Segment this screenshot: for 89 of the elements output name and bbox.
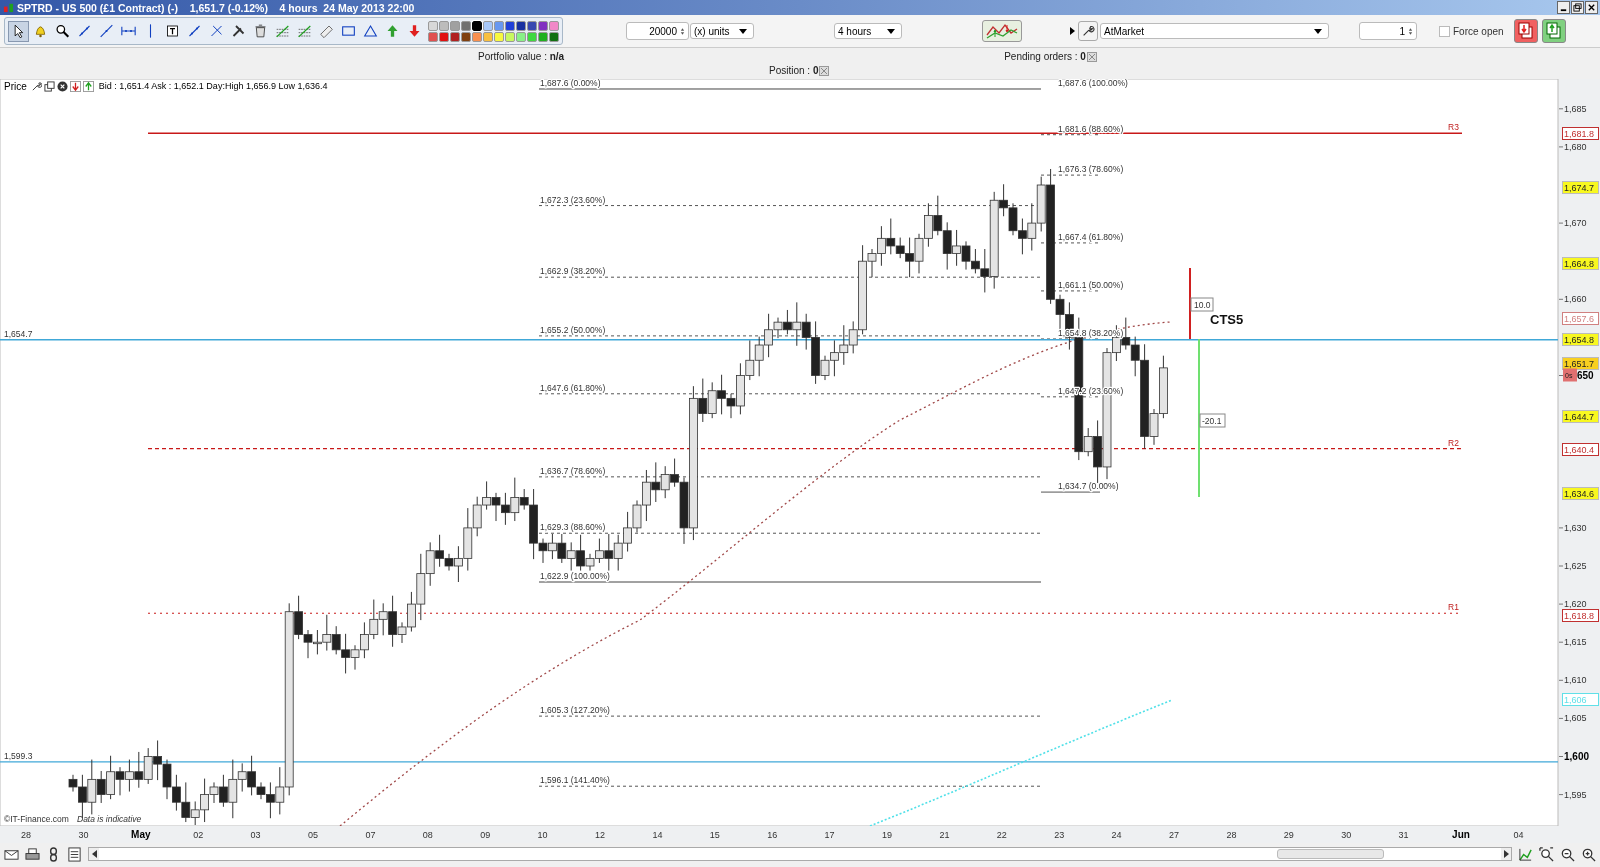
price-marker-value: 1,654.8 xyxy=(1564,334,1595,345)
date-tick: 19 xyxy=(882,830,892,840)
date-tick: 12 xyxy=(595,830,605,840)
date-tick: Jun xyxy=(1452,829,1470,840)
date-tick: 17 xyxy=(824,830,835,840)
fibonacci-label: 1,629.3 (88.60%) xyxy=(540,522,606,533)
date-tick: 29 xyxy=(1283,830,1294,840)
price-tick: 650 xyxy=(1577,369,1594,381)
price-tick: 1,600 xyxy=(1564,750,1590,762)
order-type-dropdown[interactable]: AtMarket xyxy=(1100,23,1329,39)
fibonacci-label: 1,661.1 (50.00%) xyxy=(1058,279,1124,290)
lots-field[interactable]: 1 xyxy=(1359,22,1417,40)
target-value: 10.0 xyxy=(1194,300,1211,310)
price-tick: 1,595 xyxy=(1564,789,1587,800)
disclaimer-text: Data is indicative xyxy=(77,814,142,824)
price-marker-value: 1,651.7 xyxy=(1564,358,1595,369)
date-tick: 22 xyxy=(996,830,1007,840)
price-tick: 1,605 xyxy=(1564,713,1587,724)
date-tick: 31 xyxy=(1398,830,1409,840)
price-marker-value: 1,681.8 xyxy=(1564,129,1595,140)
fibonacci-label: 1,667.4 (61.80%) xyxy=(1058,231,1124,242)
pivot-label: R1 xyxy=(1448,602,1459,613)
fibonacci-label: 1,622.9 (100.00%) xyxy=(540,571,610,581)
fibonacci-label: 1,681.6 (88.60%) xyxy=(1058,123,1124,134)
price-tick: 1,685 xyxy=(1564,103,1587,114)
date-tick: 14 xyxy=(652,830,663,840)
force-open-label: Force open xyxy=(1453,25,1504,37)
stop-value: -20.1 xyxy=(1202,416,1222,426)
date-tick: 07 xyxy=(365,830,376,840)
portfolio-value: Portfolio value : n/a xyxy=(478,51,565,62)
date-tick: 02 xyxy=(193,830,204,840)
fibonacci-label: 1,687.6 (0.00%) xyxy=(540,79,601,88)
date-tick: 23 xyxy=(1054,830,1065,840)
price-marker-value: 1,640.4 xyxy=(1564,444,1595,455)
fibonacci-label: 1,687.6 (100.00%) xyxy=(1058,79,1128,88)
price-tick: 1,680 xyxy=(1564,141,1587,152)
date-tick: 28 xyxy=(1226,830,1237,840)
date-tick: 10 xyxy=(537,830,548,840)
quantity-field[interactable]: 20000 xyxy=(626,22,689,40)
price-marker-value: 1,664.8 xyxy=(1564,258,1595,269)
line-price-label: 1,654.7 xyxy=(4,328,33,339)
interval-dropdown[interactable]: 4 hours xyxy=(834,23,902,39)
fibonacci-label: 1,662.9 (38.20%) xyxy=(540,266,606,277)
date-tick: May xyxy=(131,829,151,840)
date-tick: 04 xyxy=(1513,830,1524,840)
price-tick: 1,625 xyxy=(1564,561,1587,571)
date-tick: 15 xyxy=(709,830,720,840)
fibonacci-label: 1,636.7 (78.60%) xyxy=(540,465,606,476)
fibonacci-label: 1,647.6 (61.80%) xyxy=(540,382,606,393)
price-marker-value: 1,606 xyxy=(1564,694,1587,705)
date-tick: 28 xyxy=(21,830,31,840)
date-tick: 30 xyxy=(1341,830,1352,840)
date-tick: 09 xyxy=(480,830,491,840)
strategy-label: CTS5 xyxy=(1210,312,1244,327)
price-tick: 1,670 xyxy=(1564,218,1587,229)
price-marker-value: 1,634.6 xyxy=(1564,488,1595,499)
price-tick: 1,620 xyxy=(1564,599,1587,610)
price-tick: 1,660 xyxy=(1564,294,1587,305)
position-value: Position : 0 xyxy=(769,65,819,76)
date-tick: 05 xyxy=(308,830,318,840)
fibonacci-label: 1,634.7 (0.00%) xyxy=(1058,481,1119,492)
date-tick: 27 xyxy=(1169,830,1179,840)
price-tick: 1,630 xyxy=(1564,522,1587,533)
credit-text: ©IT-Finance.com xyxy=(4,814,69,824)
window-title: SPTRD - US 500 (£1 Contract) (-) 1,651.7 (-0.12%) 4 hours 24 May 2013 22:00 xyxy=(17,1,415,14)
units-dropdown[interactable]: (x) units xyxy=(690,23,754,39)
pivot-label: R2 xyxy=(1448,437,1459,448)
date-tick: 16 xyxy=(767,830,778,840)
price-marker-value: 1,674.7 xyxy=(1564,183,1595,194)
date-tick: 03 xyxy=(250,830,261,840)
fibonacci-label: 1,672.3 (23.60%) xyxy=(540,194,606,205)
price-marker-value: 1,657.6 xyxy=(1564,313,1595,324)
price-tick: 1,610 xyxy=(1564,675,1587,686)
pivot-label: R3 xyxy=(1448,122,1459,133)
price-marker-value: 1,644.7 xyxy=(1564,411,1595,422)
fibonacci-label: 1,605.3 (127.20%) xyxy=(540,705,610,716)
price-marker-value: 1,618.8 xyxy=(1564,610,1595,621)
fibonacci-label: 1,596.1 (141.40%) xyxy=(540,775,610,786)
date-tick: 30 xyxy=(78,830,89,840)
price-legend-title: Price xyxy=(4,80,27,92)
fibonacci-label: 1,655.2 (50.00%) xyxy=(540,324,606,335)
pending-orders: Pending orders : 0 xyxy=(1004,51,1086,62)
fibonacci-label: 1,676.3 (78.60%) xyxy=(1058,164,1124,175)
price-tick: 1,615 xyxy=(1564,637,1587,648)
date-tick: 21 xyxy=(939,830,950,840)
date-tick: 24 xyxy=(1111,830,1122,840)
line-price-label: 1,599.3 xyxy=(4,750,33,761)
date-tick: 08 xyxy=(422,830,433,840)
quote-text: Bid : 1,651.4 Ask : 1,652.1 Day:High 1,656.9 Low 1,636.4 xyxy=(98,81,328,91)
